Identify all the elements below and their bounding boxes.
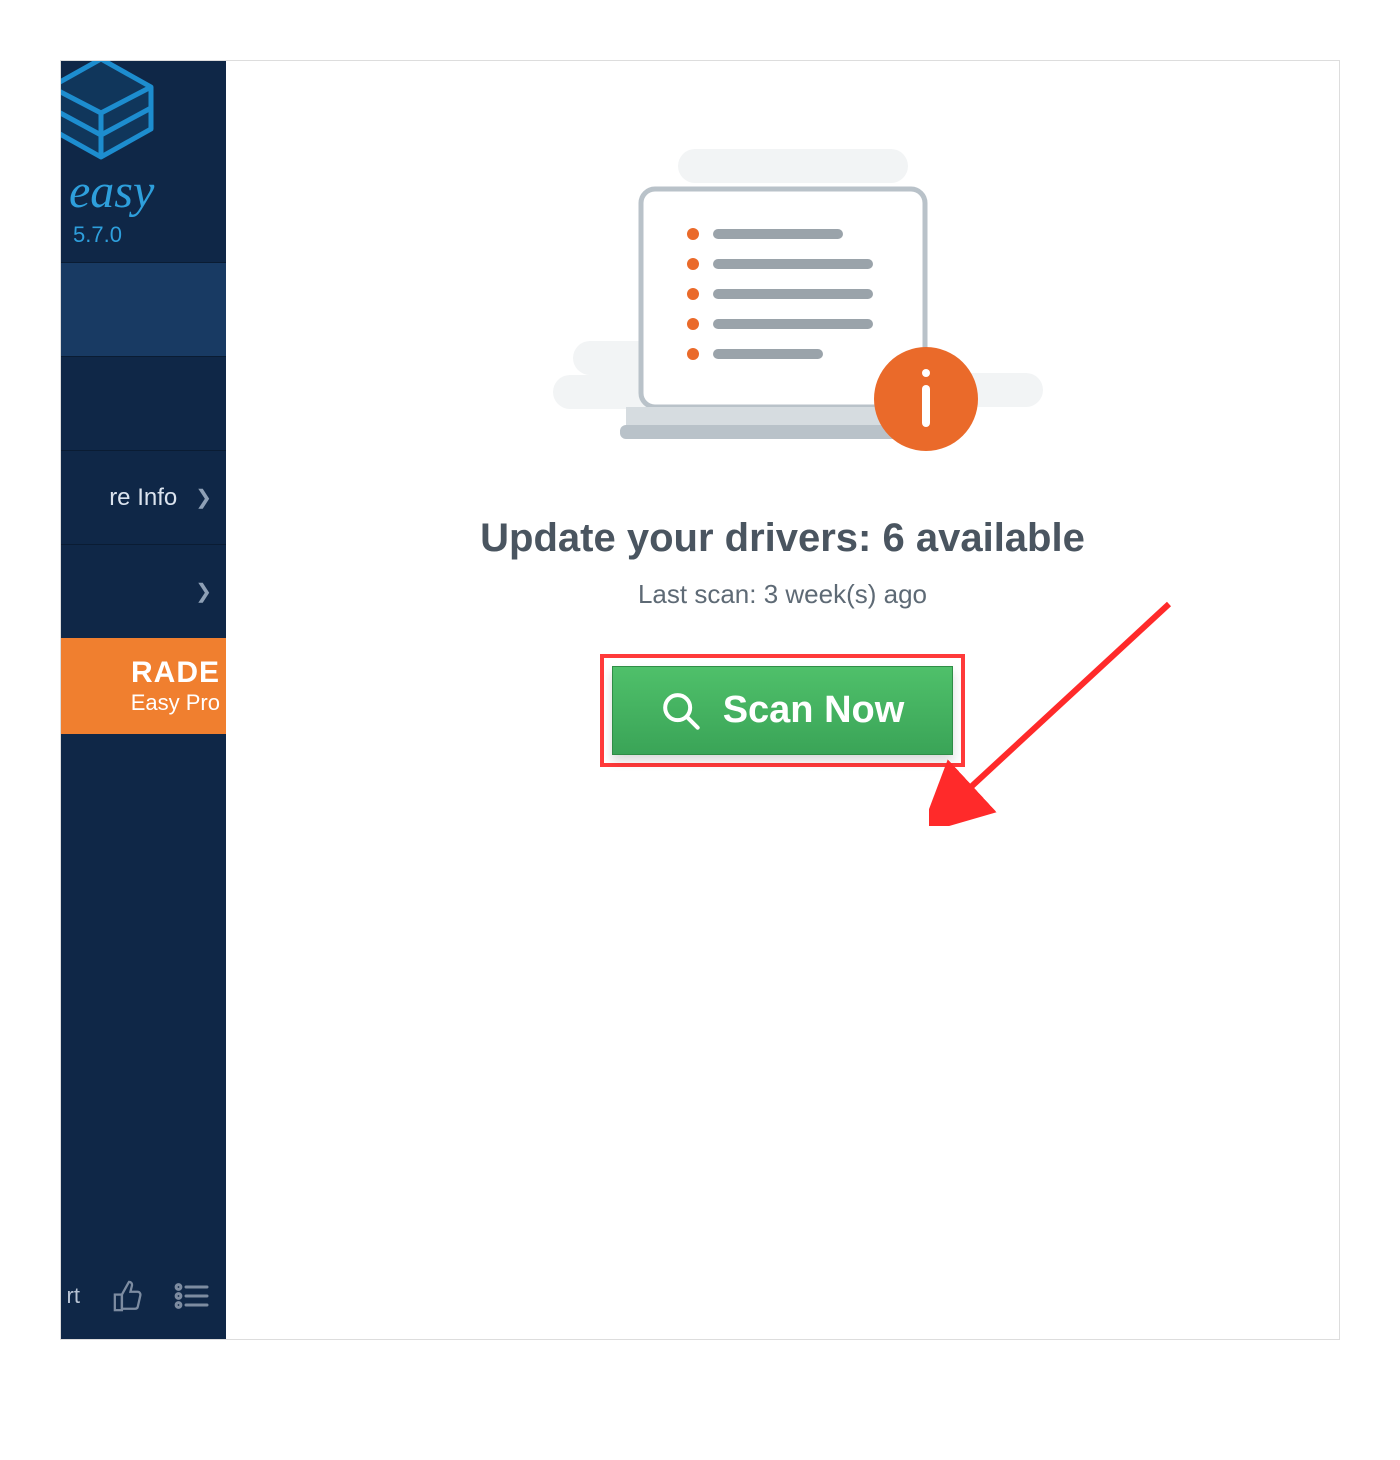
annotation-arrow xyxy=(929,596,1179,826)
sidebar-footer: rt xyxy=(61,1259,226,1339)
scan-button-highlight: Scan Now xyxy=(600,654,966,767)
main-content: Update your drivers: 6 available Last sc… xyxy=(226,61,1339,1339)
upgrade-button[interactable]: RADE Easy Pro xyxy=(61,638,226,734)
upgrade-subtitle: Easy Pro xyxy=(61,690,220,716)
info-icon xyxy=(874,347,978,451)
brand: easy 5.7.0 xyxy=(61,61,226,262)
search-icon xyxy=(661,691,701,731)
sidebar-item-3[interactable]: ❯ xyxy=(61,544,226,638)
chevron-right-icon: ❯ xyxy=(195,485,212,510)
last-scan-text: Last scan: 3 week(s) ago xyxy=(638,579,927,610)
update-heading: Update your drivers: 6 available xyxy=(480,516,1085,561)
laptop-illustration xyxy=(518,141,1048,511)
sidebar-item-hardware-info[interactable]: re Info ❯ xyxy=(61,450,226,544)
upgrade-title: RADE xyxy=(61,656,220,690)
sidebar-item-label: re Info xyxy=(109,484,177,512)
app-name: easy xyxy=(69,168,226,216)
scan-now-button[interactable]: Scan Now xyxy=(612,666,954,755)
list-icon[interactable] xyxy=(174,1280,210,1312)
sidebar: easy 5.7.0 re Info ❯ ❯ RADE Easy Pro rt xyxy=(61,61,226,1339)
thumbs-up-icon[interactable] xyxy=(112,1277,146,1315)
app-version: 5.7.0 xyxy=(73,222,226,248)
app-logo-icon xyxy=(61,61,161,163)
sidebar-item-active[interactable] xyxy=(61,262,226,356)
footer-label: rt xyxy=(67,1283,80,1309)
scan-button-label: Scan Now xyxy=(723,689,905,732)
chevron-right-icon: ❯ xyxy=(195,579,212,604)
app-window: easy 5.7.0 re Info ❯ ❯ RADE Easy Pro rt xyxy=(60,60,1340,1340)
sidebar-item-1[interactable] xyxy=(61,356,226,450)
